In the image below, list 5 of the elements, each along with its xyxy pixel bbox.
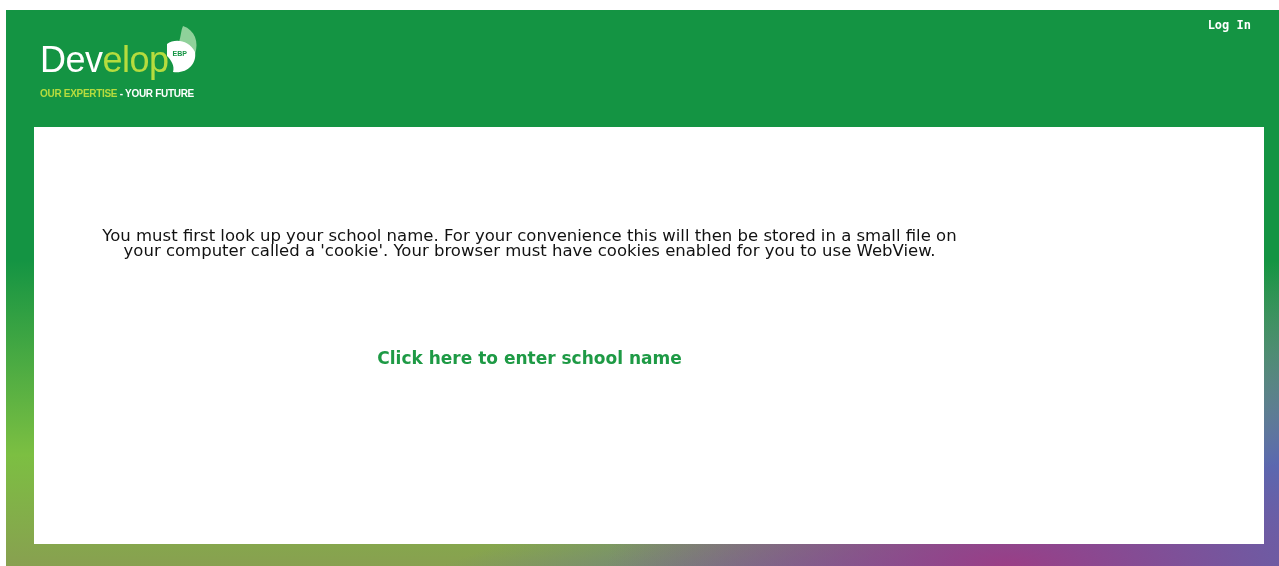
cookie-message: You must first look up your school name. For your convenience this will then be stored in a small file on your computer called a 'cookie'. Your browser must have cookies enabled for you to use WebView. xyxy=(101,228,958,258)
log-in-link[interactable]: Log In xyxy=(1207,18,1251,32)
enter-school-name-link[interactable]: Click here to enter school name xyxy=(87,348,972,368)
logo-wordmark: Develop xyxy=(40,40,169,80)
tagline: OUR EXPERTISE - YOUR FUTURE xyxy=(40,87,195,99)
